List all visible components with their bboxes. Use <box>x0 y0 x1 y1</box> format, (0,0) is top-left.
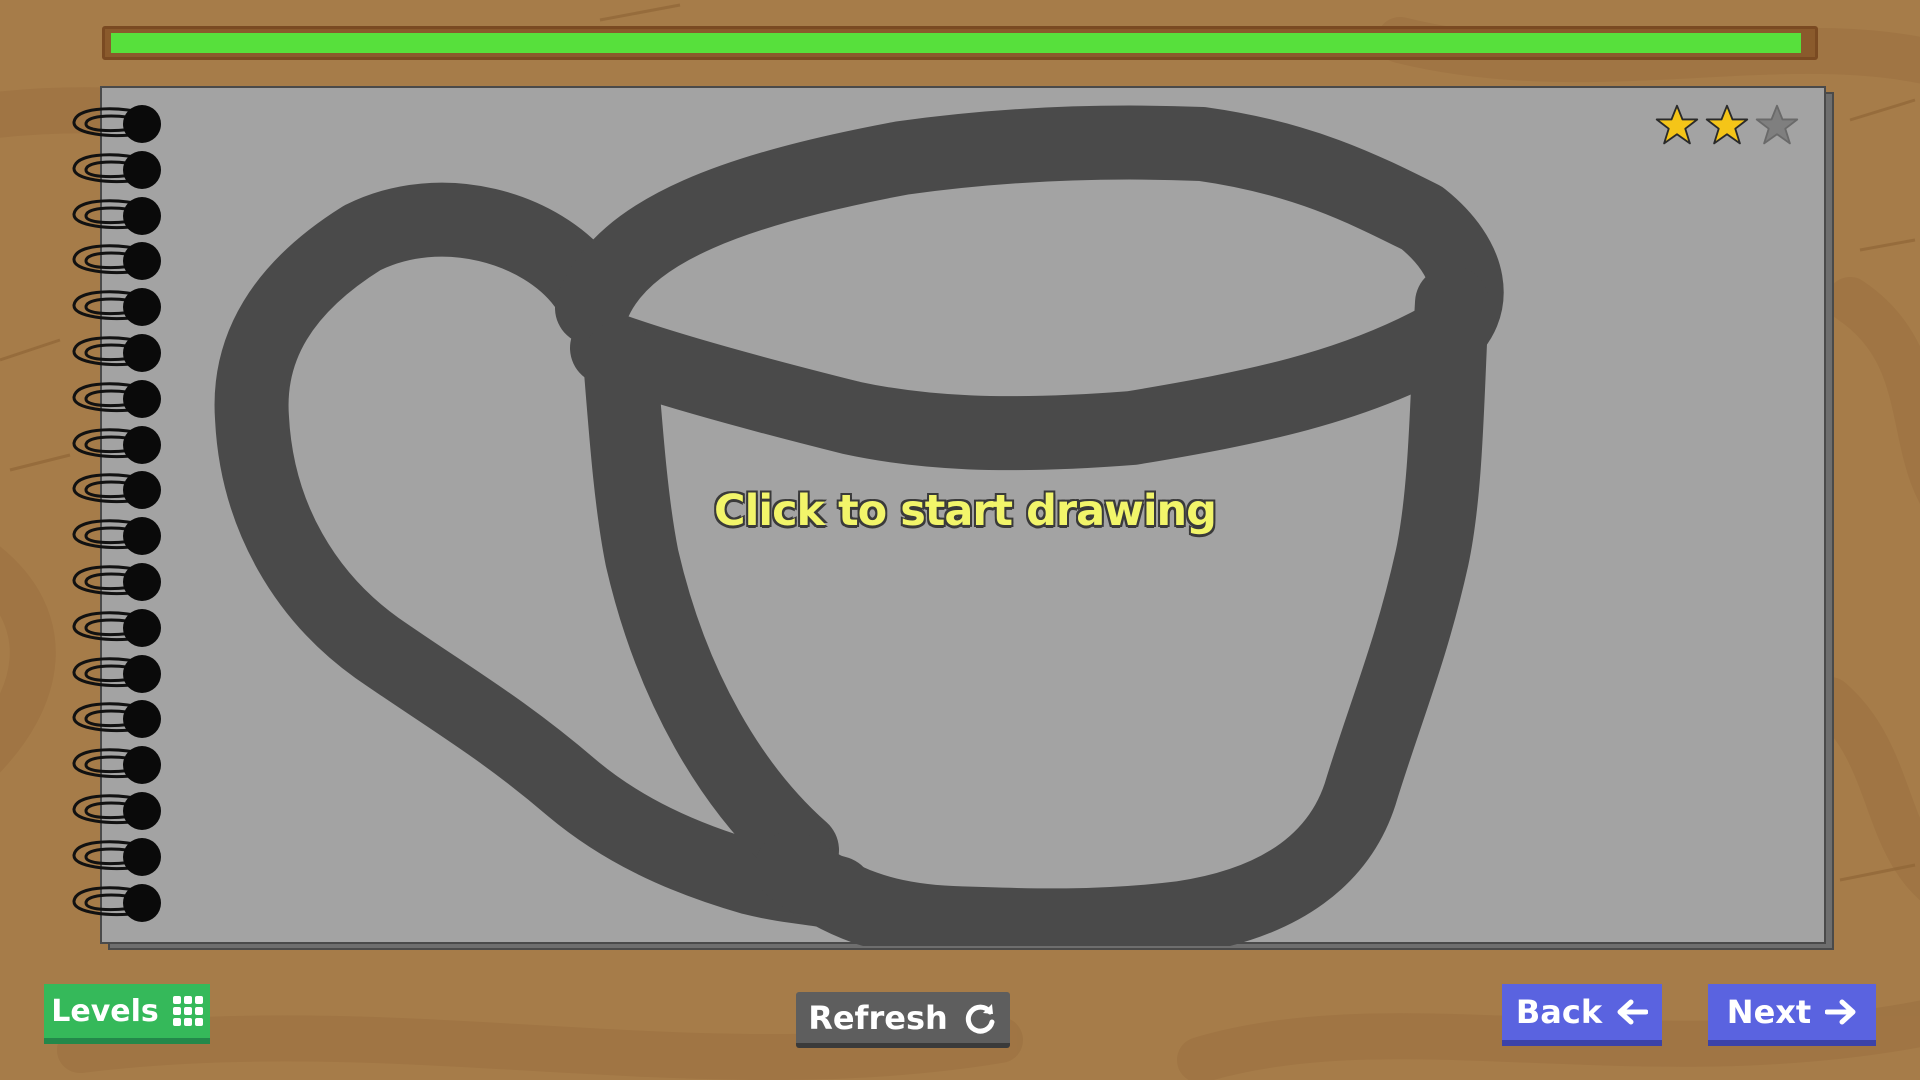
star-icon-1 <box>1655 104 1699 145</box>
back-button[interactable]: Back <box>1502 984 1662 1046</box>
next-button-label: Next <box>1726 993 1812 1031</box>
spiral-ring <box>72 380 161 418</box>
spiral-ring <box>72 334 161 372</box>
spiral-ring <box>72 197 161 235</box>
spiral-ring <box>72 655 161 693</box>
drawing-notebook: Click to start drawing <box>100 86 1834 950</box>
level-rating <box>1654 102 1800 148</box>
levels-button-label: Levels <box>51 993 159 1029</box>
level-progress-fill <box>111 33 1801 53</box>
spiral-ring <box>72 242 161 280</box>
spiral-ring <box>72 471 161 509</box>
grid-icon <box>172 996 203 1026</box>
levels-button[interactable]: Levels <box>44 984 210 1044</box>
spiral-ring <box>72 426 161 464</box>
arrow-right-icon <box>1825 999 1856 1025</box>
refresh-icon <box>965 1003 995 1034</box>
arrow-left-icon <box>1617 999 1649 1025</box>
cup-rim-stroke <box>555 105 1504 471</box>
next-button[interactable]: Next <box>1708 984 1876 1046</box>
spiral-ring <box>72 151 161 189</box>
spiral-ring <box>72 609 161 647</box>
spiral-ring <box>72 838 161 876</box>
spiral-ring <box>72 746 161 784</box>
back-button-label: Back <box>1515 993 1603 1031</box>
star-icon-2 <box>1705 104 1749 145</box>
drawing-canvas[interactable]: Click to start drawing <box>100 86 1826 946</box>
level-progress-bar <box>102 26 1818 60</box>
refresh-button[interactable]: Refresh <box>796 992 1010 1048</box>
spiral-ring <box>72 517 161 555</box>
spiral-ring <box>72 884 161 922</box>
teacup-outline <box>214 105 1504 946</box>
star-icon-3 <box>1755 104 1799 145</box>
spiral-ring <box>72 563 161 601</box>
refresh-button-label: Refresh <box>808 998 948 1037</box>
spiral-ring <box>72 288 161 326</box>
spiral-ring <box>72 792 161 830</box>
spiral-ring <box>72 700 161 738</box>
spiral-ring <box>72 105 161 143</box>
